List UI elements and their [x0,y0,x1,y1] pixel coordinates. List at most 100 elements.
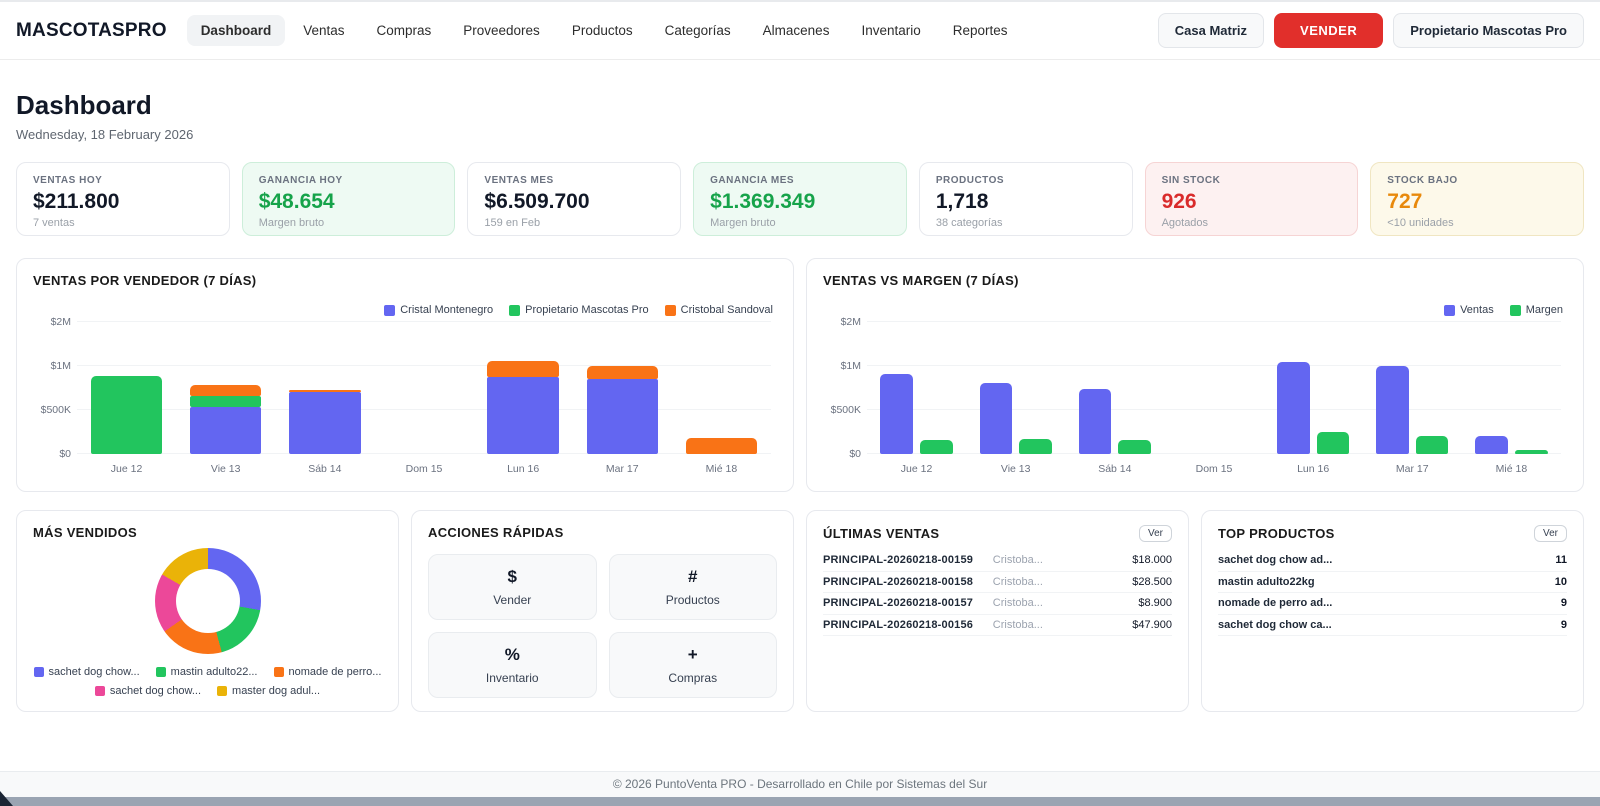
ver-productos-button[interactable]: Ver [1533,525,1567,542]
nav-item-ventas[interactable]: Ventas [289,15,358,46]
quick-action-inventario[interactable]: % Inventario [428,632,597,698]
chart-legend: Ventas Margen [823,304,1563,316]
kpi-productos: PRODUCTOS 1,718 38 categorías [918,162,1133,236]
legend-label: master dog adul... [232,685,321,697]
card-title: ACCIONES RÁPIDAS [428,525,564,540]
legend-item: nomade de perro... [273,666,382,678]
ver-ventas-button[interactable]: Ver [1138,525,1172,542]
kpi-value: $6.509.700 [484,190,590,213]
x-axis: Jue 12 Vie 13 Sáb 14 Dom 15 Lun 16 Mar 17 Mié … [77,463,771,475]
product-name: sachet dog chow ad... [1218,554,1333,567]
kpi-sub: 159 en Feb [484,217,541,229]
bar-slot [1462,322,1561,454]
x-axis-label: Lun 16 [1297,463,1330,475]
legend-label: sachet dog chow... [48,666,140,678]
bar-slot [1264,322,1363,454]
brand-logo[interactable]: MASCOTASPRO [16,20,167,42]
nav-item-categorias[interactable]: Categorías [651,15,745,46]
stacked-bar [90,322,163,454]
nav-item-proveedores[interactable]: Proveedores [449,15,554,46]
sale-row[interactable]: PRINCIPAL-20260218-00158 Cristoba... $28… [823,572,1172,593]
legend-label: nomade de perro... [288,666,382,678]
kpi-value: 926 [1161,190,1197,213]
bar-slot [474,322,573,454]
bar-segment [90,375,163,454]
kpi-label: VENTAS HOY [33,175,103,186]
quick-action-label: Productos [665,593,720,607]
kpi-value: 727 [1387,190,1423,213]
bar [880,373,914,454]
sale-code: PRINCIPAL-20260218-00159 [823,554,974,567]
bar-slot [1065,322,1164,454]
sale-row[interactable]: PRINCIPAL-20260218-00156 Cristoba... $47… [823,615,1172,636]
bar [920,439,953,454]
product-row[interactable]: nomade de perro ad... 9 [1218,593,1567,615]
legend-item: Propietario Mascotas Pro [509,304,649,316]
x-axis-label: Vie 13 [1000,463,1031,475]
nav-item-almacenes[interactable]: Almacenes [749,15,844,46]
kpi-label: GANANCIA HOY [258,175,343,186]
legend-item: sachet dog chow... [33,666,140,678]
kpi-sin-stock: SIN STOCK 926 Agotados [1144,162,1359,236]
bar-slot [966,322,1065,454]
bar [1475,435,1508,454]
legend-item: Cristobal Sandoval [664,304,773,316]
sale-amount: $28.500 [1132,575,1172,588]
nav-item-inventario[interactable]: Inventario [847,15,934,46]
stacked-bar [685,322,758,454]
kpi-label: SIN STOCK [1161,175,1221,186]
nav-item-reportes[interactable]: Reportes [939,15,1022,46]
kpi-label: VENTAS MES [484,175,554,186]
y-axis-tick: $1M [840,360,861,372]
kpi-ganancia-hoy: GANANCIA HOY $48.654 Margen bruto [241,162,456,236]
footer-text: © 2026 PuntoVenta PRO - Desarrollado en … [0,771,1600,797]
y-axis-tick: $1M [50,360,71,372]
bar-segment [289,392,361,454]
product-qty: 11 [1555,554,1567,567]
legend-swatch [155,667,166,677]
quick-action-productos[interactable]: # Productos [608,554,777,620]
legend-swatch [217,686,228,696]
sale-seller: Cristoba... [992,618,1043,631]
product-name: nomade de perro ad... [1218,597,1333,610]
bar-slot [1164,322,1263,454]
legend-item: Margen [1509,304,1563,316]
bar [1415,435,1449,454]
quick-action-vender[interactable]: $ Vender [428,554,597,620]
nav-item-dashboard[interactable]: Dashboard [186,15,286,46]
x-axis-label: Dom 15 [405,463,443,475]
page-title: Dashboard [16,90,152,120]
bar-slot [374,322,473,454]
product-qty: 10 [1554,575,1567,588]
legend-item: mastin adulto22... [155,666,258,678]
products-list: sachet dog chow ad... 11 mastin adulto22… [1218,550,1567,636]
chart-title: VENTAS VS MARGEN (7 DÍAS) [823,273,1019,288]
user-menu-button[interactable]: Propietario Mascotas Pro [1393,13,1584,48]
product-row[interactable]: sachet dog chow ca... 9 [1218,615,1567,636]
sale-amount: $47.900 [1132,618,1172,631]
charts-row: VENTAS POR VENDEDOR (7 DÍAS) Cristal Mon… [16,258,1584,492]
bar [1376,365,1409,454]
bar-segment [586,379,658,454]
quick-action-compras[interactable]: + Compras [608,632,777,698]
bar-segment [487,360,559,377]
legend-swatch [509,304,521,316]
product-row[interactable]: mastin adulto22kg 10 [1218,572,1567,593]
legend-swatch [33,667,44,677]
sale-row[interactable]: PRINCIPAL-20260218-00157 Cristoba... $8.… [823,593,1172,615]
legend-swatch [273,667,284,677]
nav-item-productos[interactable]: Productos [558,15,647,46]
product-qty: 9 [1560,618,1567,631]
product-row[interactable]: sachet dog chow ad... 11 [1218,550,1567,572]
branch-selector-button[interactable]: Casa Matriz [1157,13,1265,48]
kpi-value: $1.369.349 [710,190,816,213]
x-axis-label: Vie 13 [210,463,241,475]
nav-item-compras[interactable]: Compras [363,15,446,46]
sale-row[interactable]: PRINCIPAL-20260218-00159 Cristoba... $18… [823,550,1172,572]
vender-button[interactable]: VENDER [1274,13,1384,48]
y-axis-tick: $500K [40,404,71,416]
y-axis-tick: $0 [849,448,861,460]
mas-vendidos-card: MÁS VENDIDOS sachet dog chow... mastin a… [16,510,399,712]
ventas-por-vendedor-chart: VENTAS POR VENDEDOR (7 DÍAS) Cristal Mon… [16,258,794,492]
bar-slot [573,322,672,454]
